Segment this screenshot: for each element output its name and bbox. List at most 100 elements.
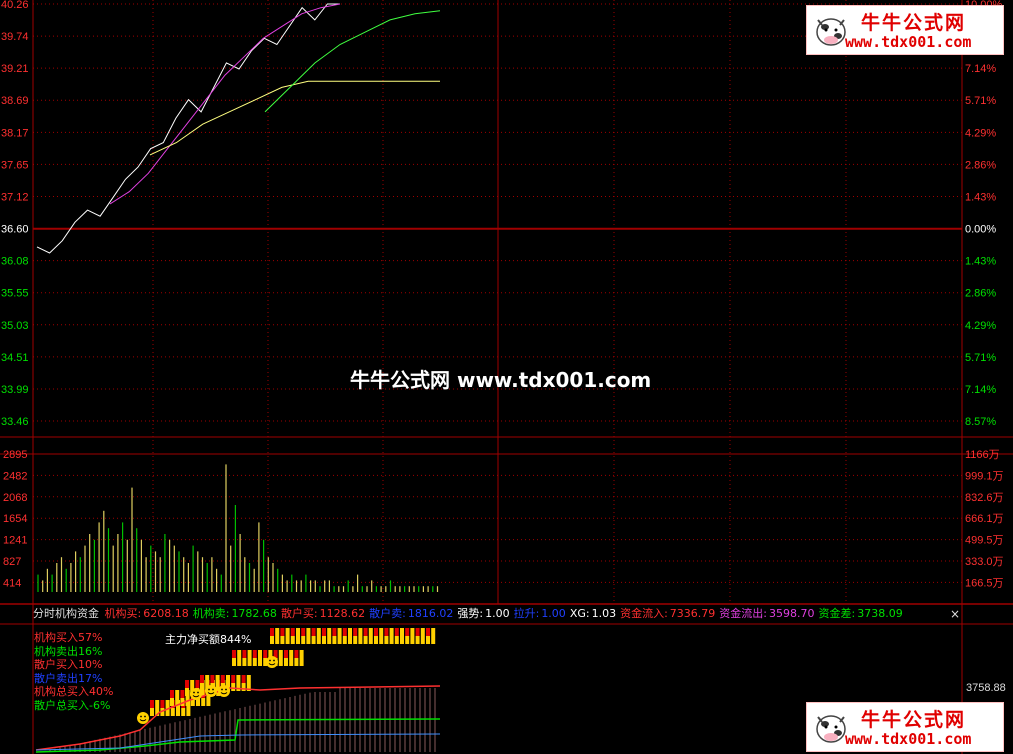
volume-tick-right: 166.5万: [965, 577, 1004, 589]
indicator-block: [327, 628, 332, 636]
indicator-block: [405, 636, 410, 644]
indicator-item-value: 6208.18: [143, 607, 189, 620]
indicator-block: [242, 650, 247, 658]
indicator-item: 机构卖: 1782.68: [193, 607, 279, 620]
indicator-block: [348, 636, 352, 644]
indicator-block: [275, 628, 280, 636]
logo-url: www.tdx001.com: [845, 730, 972, 748]
indicator-legend: 机构买入57% 机构卖出16% 散户买入10% 散户卖出17% 机构总买入40% 散户总买…: [34, 631, 113, 712]
indicator-block: [311, 636, 316, 644]
indicator-block: [410, 636, 415, 644]
indicator-block: [368, 636, 373, 644]
indicator-block: [201, 698, 206, 706]
indicator-item: 散户卖: 1816.02: [369, 607, 455, 620]
indicator-block: [236, 683, 241, 691]
indicator-item-value: 1816.02: [407, 607, 454, 620]
indicator-block: [252, 650, 257, 658]
indicator-block: [275, 636, 280, 644]
indicator-line: [35, 733, 441, 751]
indicator-block: [384, 636, 389, 644]
indicator-item-label: 拉升:: [513, 607, 540, 620]
indicator-block: [394, 628, 399, 636]
price-tick-right: 2.86%: [965, 288, 996, 300]
volume-tick-left: 2895: [3, 449, 27, 461]
smiley-eye: [212, 688, 214, 691]
price-tick-left: 39.21: [1, 63, 29, 75]
close-icon[interactable]: ×: [950, 606, 960, 622]
indicator-block: [270, 636, 274, 644]
indicator-block: [289, 658, 294, 666]
price-tick-right: 2.86%: [965, 159, 996, 171]
indicator-item-label: 强势:: [457, 607, 484, 620]
price-tick-right: 7.14%: [965, 384, 996, 396]
indicator-item: 资金流入: 7336.79: [620, 607, 717, 620]
volume-tick-right: 499.5万: [965, 535, 1004, 547]
indicator-block: [285, 636, 290, 644]
indicator-block: [205, 675, 210, 683]
indicator-block: [280, 628, 285, 636]
indicator-block: [241, 675, 246, 683]
indicator-block: [405, 628, 410, 636]
indicator-block: [420, 636, 425, 644]
indicator-block: [348, 628, 352, 636]
indicator-block: [175, 690, 180, 698]
legend-item: 散户卖出17%: [34, 671, 103, 685]
indicator-block: [231, 675, 236, 683]
volume-tick-left: 1241: [3, 535, 27, 547]
indicator-block: [389, 636, 394, 644]
indicator-item-value: 3738.09: [857, 607, 903, 620]
indicator-block: [389, 628, 394, 636]
indicator-item-label: 资金流入:: [620, 607, 668, 620]
indicator-block: [278, 658, 283, 666]
indicator-block: [180, 690, 185, 698]
smiley-eye: [269, 659, 271, 662]
indicator-block: [232, 650, 236, 658]
indicator-block: [150, 708, 154, 716]
indicator-item-label: 机构买:: [104, 607, 142, 620]
smiley-icon: [266, 656, 278, 668]
smiley-face: [137, 712, 149, 724]
indicator-item-label: XG:: [569, 607, 590, 620]
indicator-block: [332, 636, 337, 644]
smiley-eye: [144, 715, 146, 718]
volume-tick-right: 999.1万: [965, 470, 1004, 482]
price-tick-left: 36.60: [1, 224, 29, 236]
indicator-block: [299, 658, 304, 666]
indicator-block: [246, 675, 251, 683]
indicator-block: [258, 658, 262, 666]
indicator-item-value: 7336.79: [669, 607, 716, 620]
legend-item: 机构卖出16%: [34, 644, 103, 658]
indicator-block: [270, 628, 274, 636]
indicator-block: [353, 636, 358, 644]
indicator-block: [242, 658, 247, 666]
indicator-block: [363, 636, 368, 644]
indicator-block: [337, 636, 342, 644]
indicator-block: [363, 628, 368, 636]
smiley-face: [266, 656, 278, 668]
indicator-block: [400, 628, 404, 636]
indicator-block: [296, 628, 300, 636]
volume-tick-left: 414: [3, 577, 21, 589]
indicator-item-label: 散户卖:: [369, 607, 406, 620]
price-tick-left: 34.51: [1, 352, 29, 364]
indicator-item-value: 3598.70: [769, 607, 815, 620]
indicator-block: [420, 628, 425, 636]
indicator-title[interactable]: 分时机构资金: [33, 607, 99, 620]
price-tick-right: 1.43%: [965, 256, 996, 268]
smiley-face: [218, 685, 230, 697]
price-tick-left: 38.17: [1, 127, 29, 139]
indicator-item-value: 1.00: [485, 607, 510, 620]
indicator-block: [400, 636, 404, 644]
indicator-block: [294, 650, 299, 658]
price-tick-left: 33.46: [1, 416, 29, 428]
indicator-block: [353, 628, 358, 636]
price-tick-right: 4.29%: [965, 127, 996, 139]
indicator-block: [165, 700, 170, 708]
indicator-block: [263, 650, 268, 658]
price-tick-left: 38.69: [1, 95, 29, 107]
legend-item: 机构总买入40%: [34, 685, 114, 698]
price-tick-right: 8.57%: [965, 416, 996, 428]
indicator-block: [379, 636, 384, 644]
smiley-icon: [205, 685, 217, 697]
price-series-line: [36, 3, 340, 254]
